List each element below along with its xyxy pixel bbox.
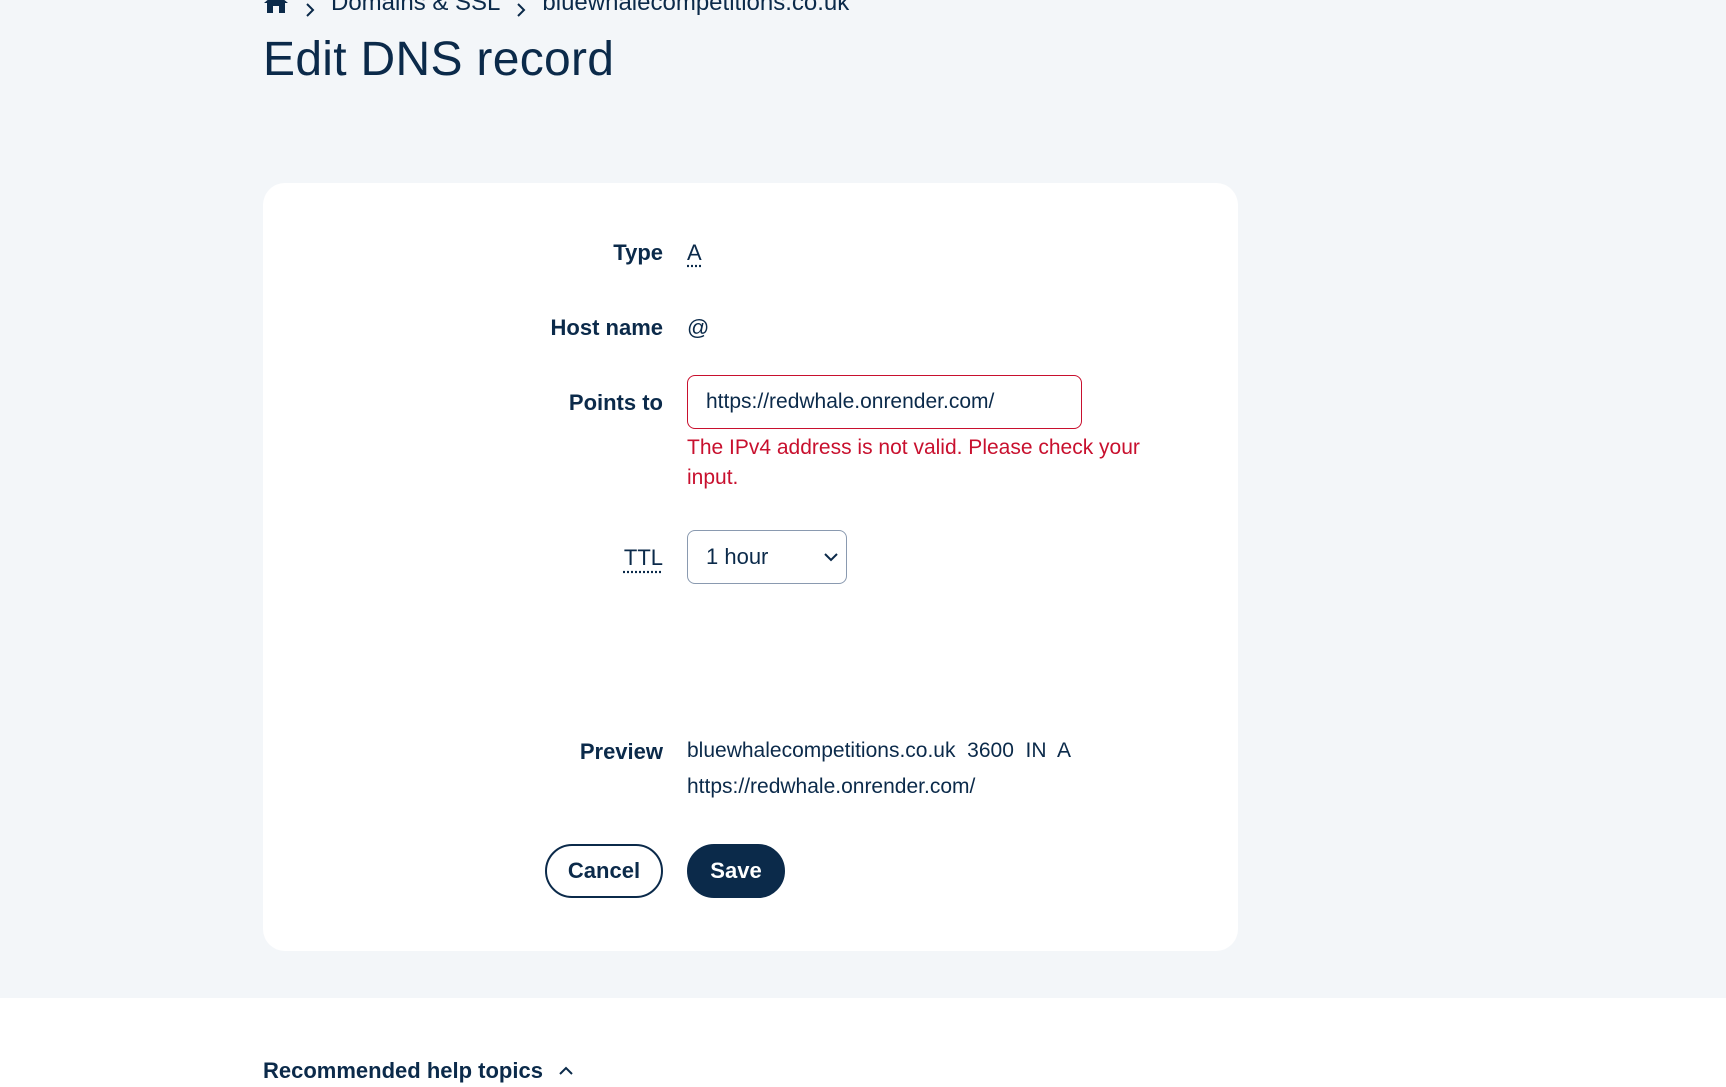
page-header-area: Domains & SSL bluewhalecompetitions.co.u… [0,0,1726,998]
preview-record: bluewhalecompetitions.co.uk 3600 IN A [687,739,1072,762]
ttl-label[interactable]: TTL [624,545,663,571]
chevron-down-icon [824,553,838,562]
cancel-button[interactable]: Cancel [545,844,663,898]
type-value: A [687,240,702,265]
preview-target: https://redwhale.onrender.com/ [687,775,976,798]
recommended-help-topics-toggle[interactable]: Recommended help topics [263,1058,575,1084]
breadcrumb-link-domains[interactable]: Domains & SSL [331,0,500,17]
type-label: Type [613,240,663,265]
breadcrumb: Domains & SSL bluewhalecompetitions.co.u… [263,0,849,18]
chevron-right-icon [303,0,317,17]
points-to-input[interactable] [687,375,1082,429]
host-name-label: Host name [550,315,663,340]
page-title: Edit DNS record [263,33,615,86]
ttl-selected-value: 1 hour [706,544,769,569]
preview-label: Preview [579,739,663,764]
save-button[interactable]: Save [687,844,785,898]
points-to-label: Points to [568,390,663,415]
home-icon[interactable] [263,0,289,14]
chevron-right-icon [514,0,528,17]
host-name-value: @ [687,315,710,340]
chevron-up-icon [559,1066,573,1075]
help-topics-label: Recommended help topics [263,1058,543,1083]
dns-record-form: Type A Host name @ Points to The IPv4 ad… [263,183,1238,951]
breadcrumb-link-domain[interactable]: bluewhalecompetitions.co.uk [542,0,849,17]
points-to-error: The IPv4 address is not valid. Please ch… [687,436,1140,489]
ttl-select[interactable]: 1 hour [687,530,847,584]
